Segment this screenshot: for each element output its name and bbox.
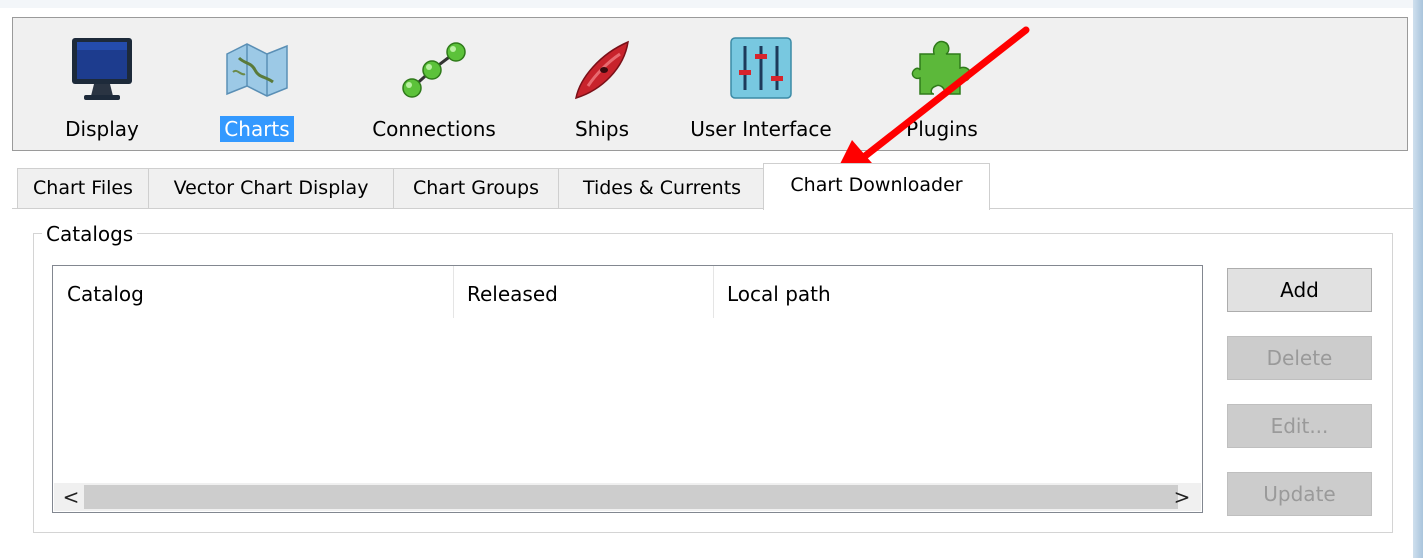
monitor-icon — [66, 32, 138, 104]
tab-chart-downloader[interactable]: Chart Downloader — [763, 163, 990, 210]
tab-tides-currents[interactable]: Tides & Currents — [558, 168, 766, 209]
toolbar-ships[interactable]: Ships — [552, 18, 652, 152]
toolbar-display-label: Display — [65, 117, 139, 141]
toolbar-charts-label: Charts — [220, 116, 294, 142]
connections-icon — [398, 32, 470, 104]
tab-chart-files[interactable]: Chart Files — [17, 168, 149, 209]
tab-chart-groups[interactable]: Chart Groups — [393, 168, 559, 209]
charts-icon — [221, 32, 293, 104]
catalogs-group-title: Catalogs — [42, 222, 138, 246]
scroll-left-icon[interactable]: < — [56, 483, 86, 511]
add-button[interactable]: Add — [1227, 268, 1372, 312]
toolbar-charts[interactable]: Charts — [202, 18, 312, 152]
horizontal-scrollbar[interactable]: < > — [54, 483, 1201, 511]
scroll-right-icon[interactable]: > — [1167, 483, 1197, 511]
toolbar-connections[interactable]: Connections — [359, 18, 509, 152]
toolbar-user-interface-label: User Interface — [690, 117, 832, 141]
toolbar-display[interactable]: Display — [47, 18, 157, 152]
column-header-released[interactable]: Released — [453, 266, 713, 320]
edit-button[interactable]: Edit... — [1227, 404, 1372, 448]
scrollbar-thumb[interactable] — [84, 485, 1178, 509]
toolbar-plugins[interactable]: Plugins — [887, 18, 997, 152]
window-right-border — [1413, 0, 1423, 558]
toolbar-ships-label: Ships — [574, 117, 630, 141]
column-header-catalog[interactable]: Catalog — [53, 266, 453, 320]
catalogs-list[interactable]: Catalog Released Local path < > — [52, 265, 1203, 513]
tab-vector-chart-display[interactable]: Vector Chart Display — [148, 168, 394, 209]
toolbar-connections-label: Connections — [372, 117, 496, 141]
toolbar-user-interface[interactable]: User Interface — [679, 18, 843, 152]
update-button[interactable]: Update — [1227, 472, 1372, 516]
puzzle-icon — [906, 32, 978, 104]
delete-button[interactable]: Delete — [1227, 336, 1372, 380]
window-top-edge — [0, 0, 1423, 8]
options-toolbar: Display Charts Connections Ships User In… — [12, 17, 1408, 151]
column-header-local-path[interactable]: Local path — [713, 266, 1013, 320]
toolbar-plugins-label: Plugins — [906, 117, 978, 141]
ship-icon — [566, 32, 638, 104]
sliders-icon — [725, 32, 797, 104]
